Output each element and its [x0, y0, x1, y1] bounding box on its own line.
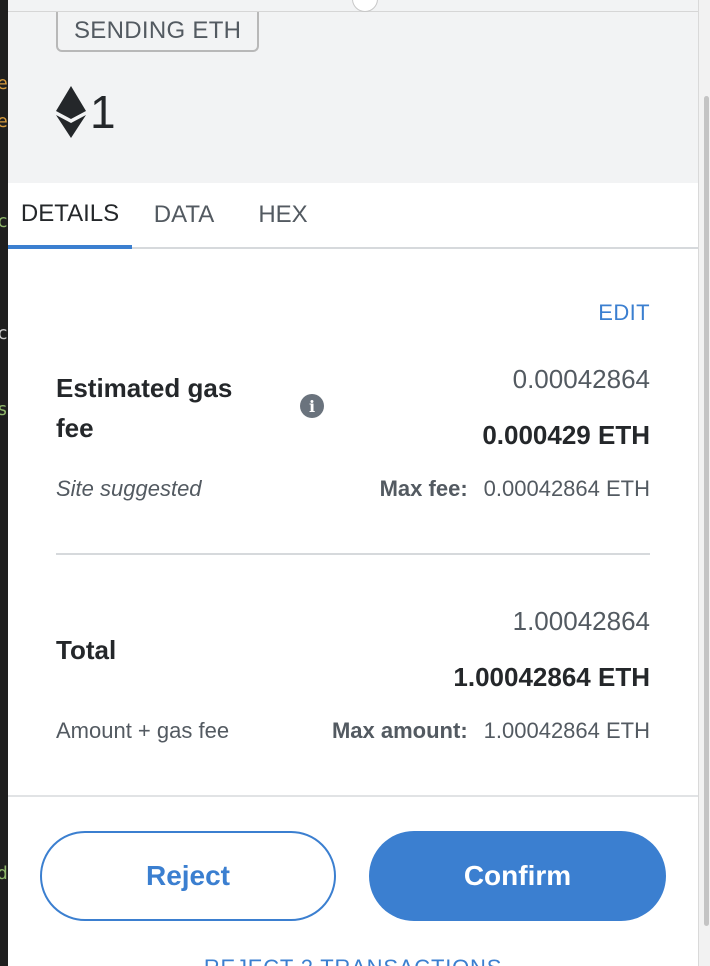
- gas-fee-primary-value: 0.000429 ETH: [482, 420, 650, 450]
- amount-plus-gas-text: Amount + gas fee: [56, 718, 230, 743]
- tab-bar: DETAILS DATA HEX: [8, 183, 698, 249]
- sending-eth-badge: SENDING ETH: [56, 12, 260, 52]
- reject-all-link[interactable]: REJECT 2 TRANSACTIONS: [8, 955, 698, 966]
- gas-fee-secondary-value: 0.00042864: [512, 364, 650, 394]
- max-amount-line: Max amount: 1.00042864 ETH: [332, 718, 650, 744]
- gas-fee-label-line2: fee: [56, 413, 94, 443]
- background-editor-strip: e e c c s d: [0, 73, 8, 884]
- info-icon[interactable]: i: [300, 394, 324, 418]
- edit-gas-link[interactable]: EDIT: [598, 300, 650, 326]
- gas-fee-label-line1: Estimated gas: [56, 373, 233, 403]
- site-suggested-text: Site suggested: [56, 476, 202, 501]
- page-footer: Reject Confirm REJECT 2 TRANSACTIONS: [8, 795, 698, 966]
- tab-details[interactable]: DETAILS: [8, 183, 132, 249]
- transaction-header: SENDING ETH 1: [8, 12, 698, 183]
- top-divider: [8, 0, 698, 12]
- max-fee-value: 0.00042864 ETH: [483, 476, 650, 501]
- transaction-amount: 1: [56, 84, 116, 140]
- confirm-button[interactable]: Confirm: [369, 831, 666, 921]
- scroll-thumb[interactable]: [704, 96, 709, 926]
- tab-hex[interactable]: HEX: [246, 183, 320, 247]
- max-amount-value: 1.00042864 ETH: [483, 718, 650, 743]
- section-divider: [56, 553, 650, 555]
- reject-button[interactable]: Reject: [40, 831, 336, 921]
- total-primary-value: 1.00042864 ETH: [453, 662, 650, 692]
- ethereum-icon: [56, 86, 86, 138]
- confirm-transaction-popup: SENDING ETH 1 DETAILS DATA HEX EDIT Esti…: [8, 0, 698, 966]
- max-fee-label: Max fee:: [379, 476, 468, 501]
- account-identicon: [352, 0, 378, 12]
- total-label: Total: [56, 635, 117, 665]
- scrollbar[interactable]: [698, 0, 710, 966]
- tab-data[interactable]: DATA: [144, 183, 224, 247]
- max-amount-label: Max amount:: [331, 718, 468, 743]
- gas-fee-label: Estimated gas fee: [56, 368, 232, 448]
- max-fee-line: Max fee: 0.00042864 ETH: [380, 476, 650, 502]
- amount-value: 1: [90, 86, 116, 138]
- total-secondary-value: 1.00042864: [512, 606, 650, 636]
